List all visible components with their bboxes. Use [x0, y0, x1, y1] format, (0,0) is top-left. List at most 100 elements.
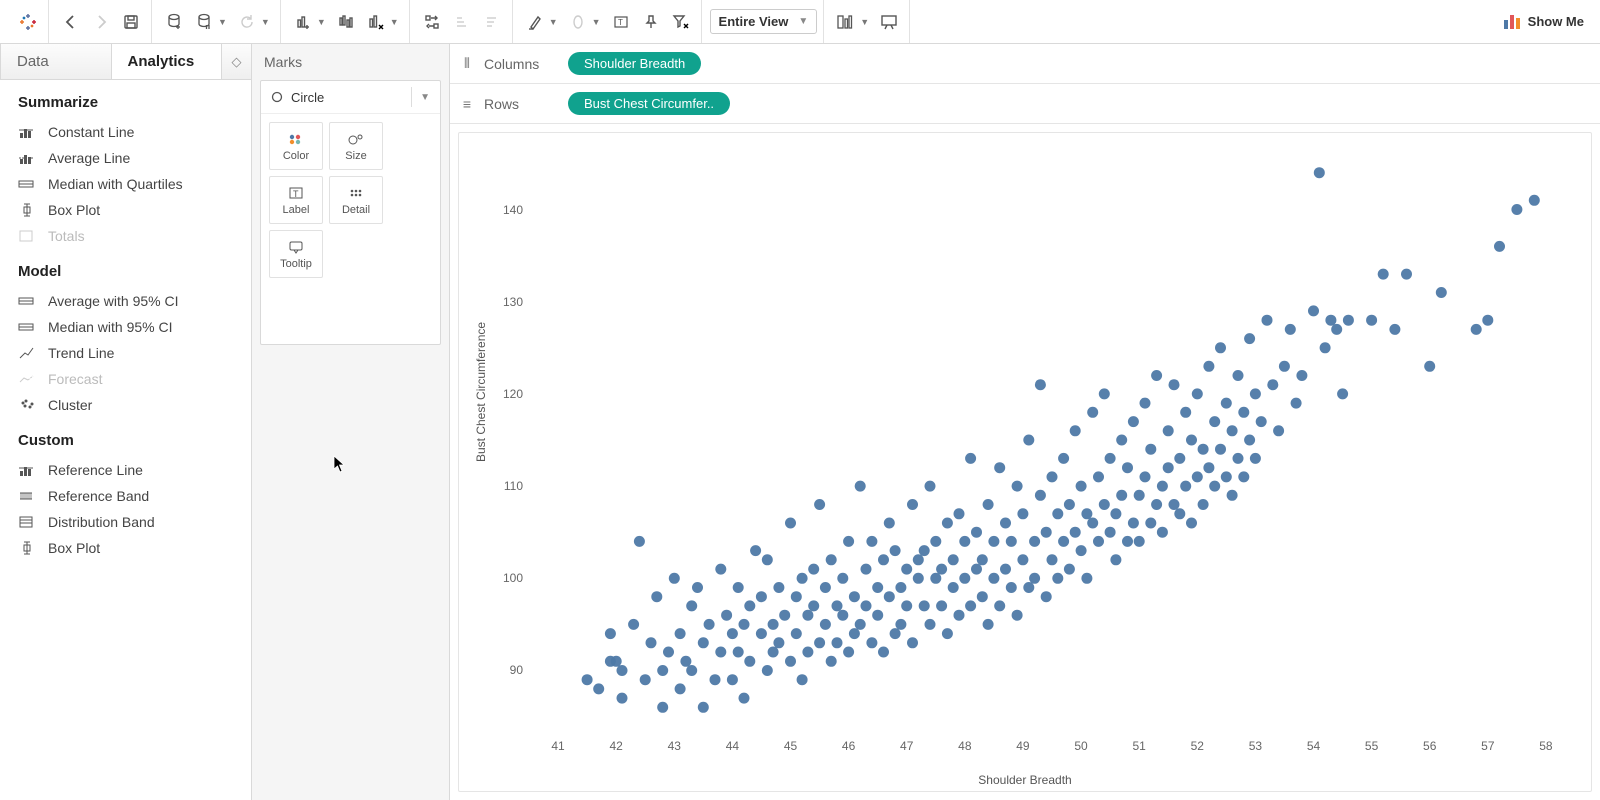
caret-down-icon[interactable]: ▼: [860, 17, 869, 27]
analytics-item-label: Box Plot: [48, 202, 100, 218]
rows-icon: ≡: [458, 96, 476, 112]
analytics-item[interactable]: Median with Quartiles: [18, 171, 233, 197]
analytics-item-label: Median with 95% CI: [48, 319, 173, 335]
detail-icon: [347, 184, 365, 202]
show-me-button[interactable]: Show Me: [1496, 14, 1592, 29]
fit-dropdown[interactable]: Entire View ▼: [710, 9, 818, 34]
marks-detail-shelf[interactable]: Detail: [329, 176, 383, 224]
new-datasource-icon[interactable]: [160, 8, 188, 36]
rows-shelf[interactable]: ≡ Rows Bust Chest Circumfer..: [450, 84, 1600, 124]
tableau-logo-icon[interactable]: [14, 8, 42, 36]
analytics-item[interactable]: Box Plot: [18, 197, 233, 223]
show-cards-icon[interactable]: [832, 8, 860, 36]
size-icon: [347, 130, 365, 148]
group-icon[interactable]: [564, 8, 592, 36]
cursor-icon: [333, 455, 347, 473]
sidebar-section-title: Model: [18, 263, 233, 280]
const-icon: [18, 461, 36, 479]
columns-shelf[interactable]: ⦀Columns Shoulder Breadth: [450, 44, 1600, 84]
label-icon: T: [287, 184, 305, 202]
analytics-item-label: Totals: [48, 228, 85, 244]
show-labels-icon[interactable]: T: [607, 8, 635, 36]
sort-desc-icon[interactable]: [478, 8, 506, 36]
analytics-item[interactable]: Median with 95% CI: [18, 314, 233, 340]
analytics-item-label: Trend Line: [48, 345, 114, 361]
analytics-item[interactable]: Box Plot: [18, 535, 233, 561]
analytics-item[interactable]: Constant Line: [18, 119, 233, 145]
trend-icon: [18, 344, 36, 362]
show-me-icon: [1504, 15, 1522, 29]
circle-icon: [271, 91, 283, 103]
x-tick: 42: [609, 739, 622, 753]
x-tick: 41: [551, 739, 564, 753]
marks-drop-area[interactable]: [261, 286, 440, 344]
caret-down-icon[interactable]: ▼: [390, 17, 399, 27]
tab-data[interactable]: Data: [0, 44, 112, 79]
caret-down-icon: ▼: [411, 87, 430, 107]
marks-label-shelf[interactable]: TLabel: [269, 176, 323, 224]
y-tick: 140: [497, 203, 523, 217]
analytics-item[interactable]: Average Line: [18, 145, 233, 171]
clear-sheet-icon[interactable]: [362, 8, 390, 36]
forward-icon[interactable]: [87, 8, 115, 36]
marks-color-shelf[interactable]: Color: [269, 122, 323, 170]
y-tick: 130: [497, 295, 523, 309]
presentation-icon[interactable]: [875, 8, 903, 36]
viz-canvas[interactable]: Bust Chest Circumference Shoulder Breadt…: [458, 132, 1592, 792]
new-worksheet-icon[interactable]: [289, 8, 317, 36]
y-tick: 100: [497, 571, 523, 585]
columns-pill[interactable]: Shoulder Breadth: [568, 52, 701, 75]
mark-type-dropdown[interactable]: Circle ▼: [261, 81, 440, 114]
highlight-icon[interactable]: [521, 8, 549, 36]
caret-down-icon[interactable]: ▼: [549, 17, 558, 27]
analytics-item[interactable]: Cluster: [18, 392, 233, 418]
x-tick: 47: [900, 739, 913, 753]
save-icon[interactable]: [117, 8, 145, 36]
columns-icon: ⦀: [458, 55, 476, 72]
marks-cell-label: Tooltip: [280, 258, 312, 270]
analytics-item[interactable]: Trend Line: [18, 340, 233, 366]
analytics-item-label: Forecast: [48, 371, 102, 387]
avg-icon: [18, 149, 36, 167]
tab-data-label: Data: [17, 53, 49, 70]
marks-tooltip-shelf[interactable]: Tooltip: [269, 230, 323, 278]
clear-filter-icon[interactable]: [667, 8, 695, 36]
pause-datasource-icon[interactable]: [190, 8, 218, 36]
analytics-item-label: Reference Band: [48, 488, 149, 504]
sort-asc-icon[interactable]: [448, 8, 476, 36]
refresh-icon[interactable]: [233, 8, 261, 36]
rows-pill[interactable]: Bust Chest Circumfer..: [568, 92, 730, 115]
analytics-item: Totals: [18, 223, 233, 249]
quart-icon: [18, 175, 36, 193]
analytics-item[interactable]: Reference Band: [18, 483, 233, 509]
caret-down-icon[interactable]: ▼: [261, 17, 270, 27]
y-tick: 120: [497, 387, 523, 401]
x-tick: 45: [784, 739, 797, 753]
svg-text:T: T: [293, 189, 299, 199]
tab-analytics[interactable]: Analytics: [112, 44, 222, 79]
marks-size-shelf[interactable]: Size: [329, 122, 383, 170]
caret-down-icon[interactable]: ▼: [592, 17, 601, 27]
pin-icon[interactable]: [637, 8, 665, 36]
analytics-item[interactable]: Average with 95% CI: [18, 288, 233, 314]
duplicate-sheet-icon[interactable]: [332, 8, 360, 36]
caret-down-icon[interactable]: ▼: [317, 17, 326, 27]
caret-down-icon: ▼: [798, 16, 808, 27]
marks-cell-label: Size: [345, 150, 366, 162]
box-icon: [18, 539, 36, 557]
svg-text:T: T: [618, 18, 623, 27]
swap-axes-icon[interactable]: [418, 8, 446, 36]
ci-icon: [18, 318, 36, 336]
back-icon[interactable]: [57, 8, 85, 36]
show-me-label: Show Me: [1528, 14, 1584, 29]
analytics-item[interactable]: Reference Line: [18, 457, 233, 483]
sort-toggle-icon[interactable]: ◇: [221, 44, 251, 79]
x-tick: 57: [1481, 739, 1494, 753]
rows-shelf-label: Rows: [484, 96, 519, 112]
color-icon: [287, 130, 305, 148]
caret-down-icon[interactable]: ▼: [218, 17, 227, 27]
forecast-icon: [18, 370, 36, 388]
x-tick: 54: [1307, 739, 1320, 753]
analytics-item[interactable]: Distribution Band: [18, 509, 233, 535]
dist-icon: [18, 513, 36, 531]
